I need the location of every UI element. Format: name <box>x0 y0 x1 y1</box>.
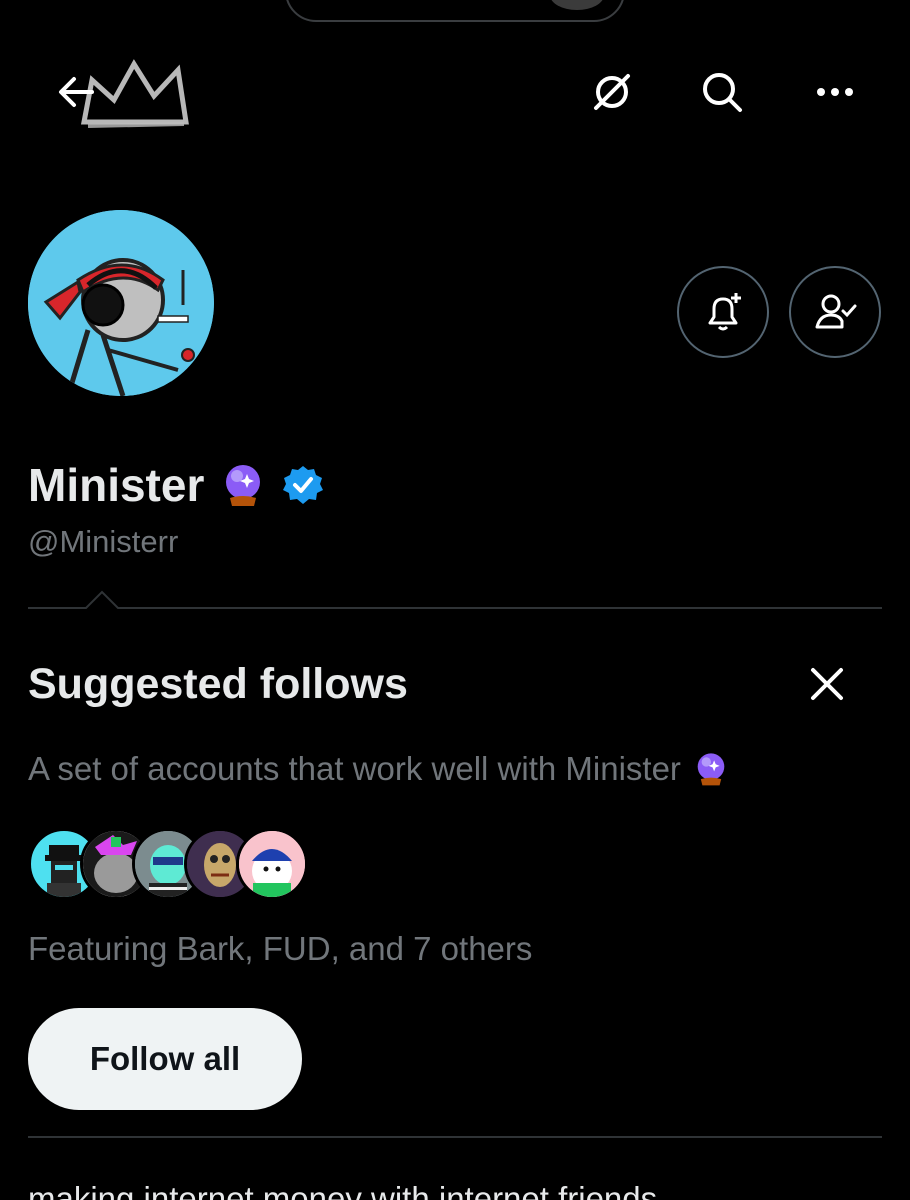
section-divider <box>28 590 882 609</box>
suggested-avatar <box>236 828 308 900</box>
crystal-ball-icon <box>697 753 725 786</box>
profile-bio: making internet money with internet frie… <box>28 1180 658 1200</box>
following-button[interactable] <box>789 266 881 358</box>
handle: @Ministerr <box>28 524 179 559</box>
verified-badge-icon <box>283 466 324 504</box>
display-name-text: Minister <box>28 459 205 511</box>
arrow-left-icon <box>59 77 94 107</box>
suggested-avatars[interactable] <box>28 828 308 902</box>
bell-plus-icon <box>708 293 741 331</box>
display-name: Minister <box>28 458 324 512</box>
more-button[interactable] <box>811 68 859 116</box>
grok-icon <box>594 74 630 110</box>
search-button[interactable] <box>698 68 746 116</box>
search-icon <box>703 73 742 112</box>
close-icon <box>811 668 843 700</box>
suggested-follows-title: Suggested follows <box>28 660 408 708</box>
notifications-button[interactable] <box>677 266 769 358</box>
suggested-description: A set of accounts that work well with Mi… <box>28 750 729 788</box>
featuring-text: Featuring Bark, FUD, and 7 others <box>28 930 533 967</box>
follow-all-button[interactable]: Follow all <box>28 1008 302 1110</box>
back-button[interactable] <box>52 68 100 116</box>
section-divider <box>28 1136 882 1138</box>
crystal-ball-icon <box>226 465 261 506</box>
suggested-description-text: A set of accounts that work well with Mi… <box>28 750 681 787</box>
ellipsis-icon <box>817 88 853 96</box>
profile-page: Minister @Ministerr Suggested follows A … <box>0 0 910 1200</box>
avatar-illustration <box>28 210 214 396</box>
person-check-icon <box>815 294 857 329</box>
avatar[interactable] <box>28 210 214 396</box>
close-suggestions-button[interactable] <box>803 660 851 708</box>
grok-button[interactable] <box>588 68 636 116</box>
